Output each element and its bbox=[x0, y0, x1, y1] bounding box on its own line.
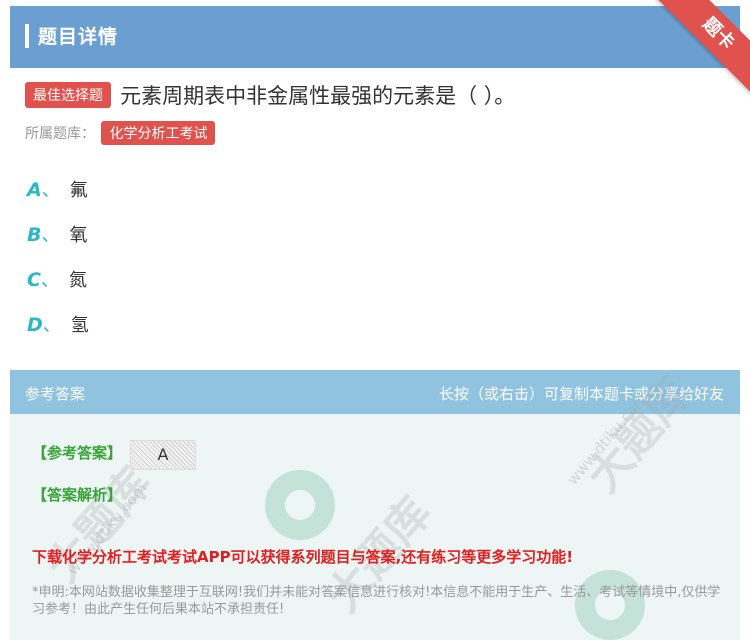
option-letter: B bbox=[27, 224, 42, 246]
download-app-link[interactable]: 下载化学分析工考试考试APP可以获得系列题目与答案,还有练习等更多学习功能! bbox=[32, 546, 573, 567]
analysis-label: 【答案解析】 bbox=[32, 486, 123, 504]
option-b[interactable]: B、氧 bbox=[27, 221, 87, 247]
question-line: 最佳选择题 元素周期表中非金属性最强的元素是（ ）。 bbox=[25, 80, 730, 110]
option-text: 氟 bbox=[69, 180, 88, 201]
option-letter: D bbox=[27, 314, 43, 336]
watermark-logo-icon bbox=[265, 470, 335, 540]
question-type-tag: 最佳选择题 bbox=[25, 82, 111, 108]
answer-section[interactable]: 参考答案 长按（或右击）可复制本题卡或分享给好友 大题库 大题库 大题库 www… bbox=[10, 370, 740, 640]
option-d[interactable]: D、氢 bbox=[27, 311, 89, 337]
option-letter: A bbox=[27, 179, 42, 201]
bank-name-tag[interactable]: 化学分析工考试 bbox=[101, 121, 216, 145]
answer-value-image: A bbox=[130, 440, 196, 470]
page-header: 题目详情 bbox=[10, 6, 740, 68]
answer-section-title: 参考答案 bbox=[25, 385, 86, 403]
answer-label: 【参考答案】 bbox=[32, 444, 123, 462]
header-accent-bar bbox=[25, 24, 29, 48]
option-text: 氧 bbox=[69, 225, 88, 246]
question-bank: 所属题库： 化学分析工考试 bbox=[25, 121, 216, 145]
option-a[interactable]: A、氟 bbox=[27, 176, 88, 202]
bank-label: 所属题库： bbox=[25, 126, 95, 142]
option-c[interactable]: C、氮 bbox=[27, 266, 87, 292]
option-text: 氢 bbox=[70, 315, 89, 336]
watermark-brand: 大题库 bbox=[37, 457, 162, 592]
answer-header: 参考答案 长按（或右击）可复制本题卡或分享给好友 bbox=[10, 370, 740, 414]
page-title: 题目详情 bbox=[38, 26, 119, 48]
share-hint: 长按（或右击）可复制本题卡或分享给好友 bbox=[438, 385, 724, 403]
disclaimer-text: *申明:本网站数据收集整理于互联网!我们并未能对答案信息进行核对!本信息不能用于… bbox=[32, 585, 721, 617]
option-letter: C bbox=[27, 269, 41, 291]
option-text: 氮 bbox=[68, 270, 87, 291]
question-text: 元素周期表中非金属性最强的元素是（ ）。 bbox=[120, 84, 516, 108]
